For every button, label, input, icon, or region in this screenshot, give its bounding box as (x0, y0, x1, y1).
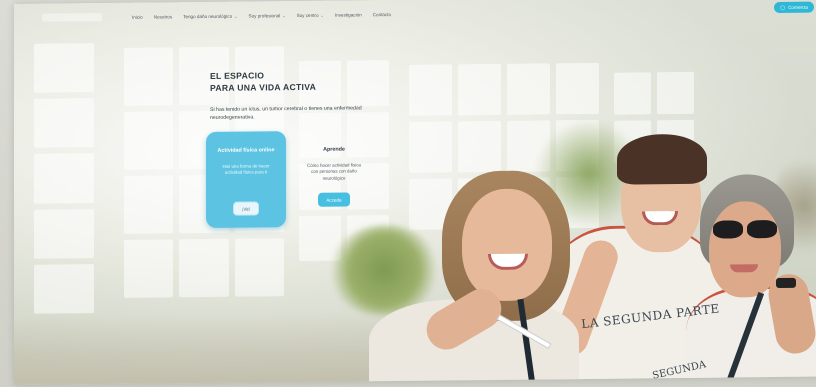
nav-item-nosotros[interactable]: Nosotros (154, 14, 172, 19)
learn-card[interactable]: Aprende Cómo hacer actividad física con … (294, 130, 374, 227)
nav-item-profesional[interactable]: Soy profesional ⌄ (249, 13, 286, 18)
nav-item-label: Tengo daño neurológico (183, 13, 233, 19)
sunglasses (709, 220, 781, 241)
hero-title-line: EL ESPACIO (210, 70, 265, 81)
cta-button-label: Comienza (788, 4, 808, 10)
user-icon: ◯ (780, 4, 786, 10)
hero-description: Si has tenido un ictus, un tumor cerebra… (210, 105, 362, 121)
nav-item-label: Soy centro (296, 12, 319, 18)
chevron-down-icon: ⌄ (282, 12, 286, 18)
nav-item-investigacion[interactable]: Investigación (335, 12, 362, 17)
chevron-down-icon: ⌄ (234, 13, 238, 19)
card-text: Cómo hacer actividad física con personas… (307, 161, 361, 181)
cta-button[interactable]: ◯ Comienza (774, 1, 814, 14)
nav-item-contacto[interactable]: Contacto (373, 12, 391, 17)
card-title: Actividad física online (217, 147, 275, 154)
nav-item-dano-neurologico[interactable]: Tengo daño neurológico ⌄ (183, 13, 237, 19)
access-button[interactable]: Accede (318, 192, 350, 207)
projected-webpage: Inicio Nosotros Tengo daño neurológico ⌄ … (14, 0, 816, 386)
nav-item-centro[interactable]: Soy centro ⌄ (297, 12, 324, 17)
card-text: Haz una forma de hacer actividad física … (222, 162, 270, 175)
nav-item-label: Nosotros (153, 13, 173, 20)
chevron-down-icon: ⌄ (320, 12, 324, 18)
watch (776, 277, 796, 289)
hero-title: EL ESPACIO PARA UNA VIDA ACTIVA (210, 69, 316, 94)
site-logo[interactable] (42, 13, 102, 22)
online-activity-card[interactable]: Actividad física online Haz una forma de… (206, 131, 286, 228)
card-title: Aprende (323, 146, 345, 153)
hero-title-line: PARA UNA VIDA ACTIVA (210, 81, 317, 93)
go-button[interactable]: ¡Ve! (232, 201, 260, 216)
nav-item-label: Investigación (334, 11, 362, 18)
nav-item-inicio[interactable]: Inicio (132, 14, 143, 19)
nav-item-label: Soy profesional (248, 12, 281, 19)
window-panes (34, 43, 94, 314)
nav-item-label: Contacto (372, 11, 392, 17)
top-navigation: Inicio Nosotros Tengo daño neurológico ⌄ … (14, 0, 816, 28)
nav-item-label: Inicio (132, 14, 143, 20)
